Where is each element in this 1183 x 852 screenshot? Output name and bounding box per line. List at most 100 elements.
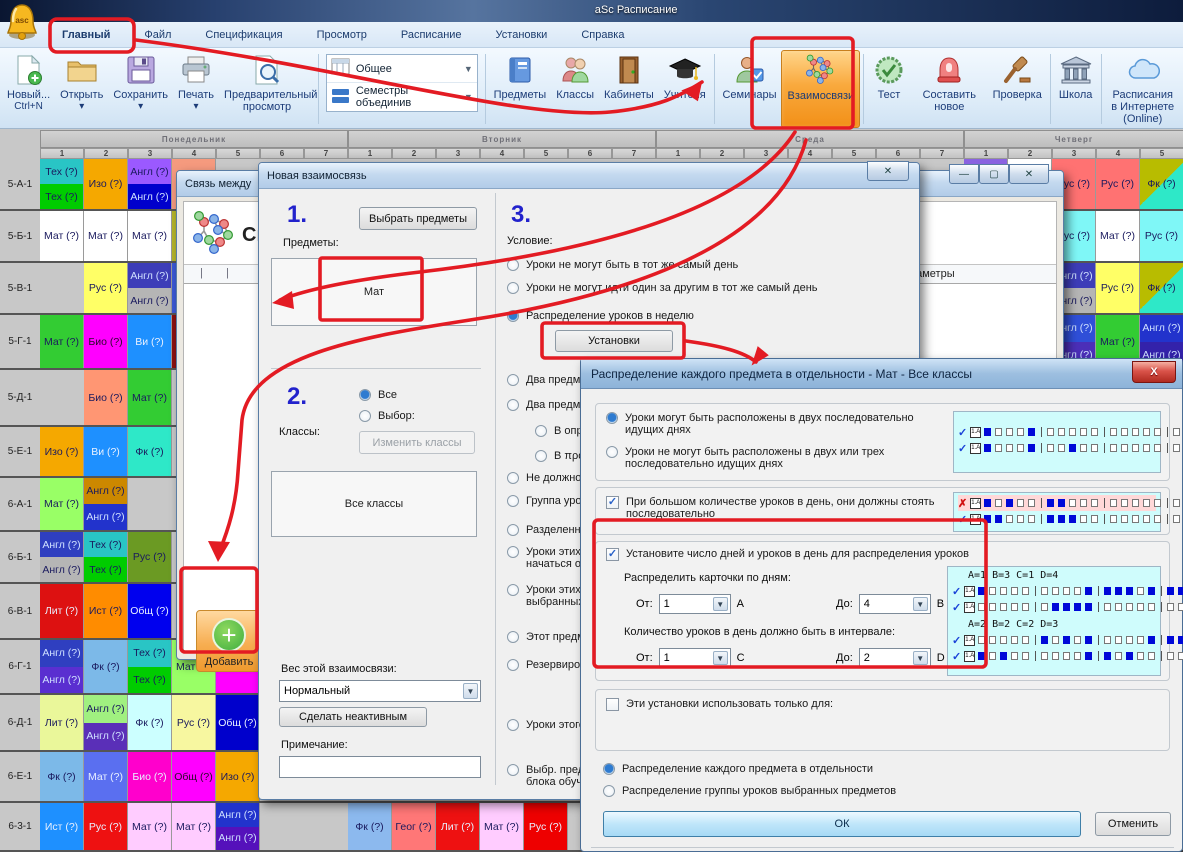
timetable-cell[interactable]: Общ (?)	[172, 752, 216, 801]
toolbar-button-Семинары[interactable]: Семинары	[717, 50, 781, 128]
timetable-cell[interactable]: Рус (?)	[1096, 263, 1140, 313]
timetable-cell[interactable]: Фк (?)	[348, 803, 392, 850]
toolbar-button-Сохранить[interactable]: Сохранить▾	[108, 50, 173, 128]
timetable-cell[interactable]: Фк (?)	[128, 695, 172, 750]
timetable-cell[interactable]: Био (?)	[84, 370, 128, 425]
close-icon[interactable]: ✕	[867, 161, 909, 181]
ok-button[interactable]: ОК	[603, 811, 1081, 837]
toolbar-button-Открыть[interactable]: Открыть▾	[55, 50, 108, 128]
timetable-cell[interactable]: Фк (?)	[84, 640, 128, 693]
toolbar-button-Тест[interactable]: Тест	[867, 50, 911, 128]
menu-item-Установки[interactable]: Установки	[482, 26, 562, 44]
toolbar-button-Школа[interactable]: Школа	[1054, 50, 1098, 128]
subjects-box[interactable]: Мат	[271, 258, 477, 326]
add-link-button[interactable]: + Добавить	[196, 610, 262, 672]
group-lessons-radio[interactable]: Распределение группы уроков выбранных пр…	[603, 785, 896, 797]
menu-item-Справка[interactable]: Справка	[567, 26, 638, 44]
timetable-cell[interactable]: Мат (?)	[128, 211, 172, 261]
lessons-to-combobox[interactable]: 2 ▼	[859, 648, 931, 668]
timetable-cell[interactable]: Мат (?)	[128, 370, 172, 425]
timetable-cell[interactable]: Общ (?)	[128, 584, 172, 638]
not-two-three-radio[interactable]: Уроки не могут быть расположены в двух и…	[606, 446, 936, 470]
timetable-cell[interactable]: Рус (?)	[128, 532, 172, 582]
menu-item-Спецификация[interactable]: Спецификация	[191, 26, 296, 44]
timetable-cell[interactable]: Англ (?)Англ (?)	[40, 532, 84, 582]
timetable-cell[interactable]: Мат (?)	[84, 752, 128, 801]
timetable-cell[interactable]: Рус (?)	[84, 263, 128, 313]
change-classes-button[interactable]: Изменить классы	[359, 431, 475, 454]
timetable-cell[interactable]: Мат (?)	[480, 803, 524, 850]
timetable-cell[interactable]: Рус (?)	[84, 803, 128, 850]
menu-item-Файл[interactable]: Файл	[130, 26, 185, 44]
toolbar-button-Расписания в Интернете (Online)[interactable]: Расписания в Интернете (Online)	[1104, 50, 1181, 128]
timetable-cell[interactable]: Фк (?)	[128, 427, 172, 476]
timetable-cell[interactable]: Тех (?)Тех (?)	[40, 159, 84, 209]
timetable-cell[interactable]: Фк (?)	[1140, 159, 1183, 209]
toolbar-button-Печать[interactable]: Печать▾	[173, 50, 219, 128]
timetable-cell[interactable]: Изо (?)	[216, 752, 260, 801]
days-from-combobox[interactable]: 1 ▼	[659, 594, 731, 614]
classes-all-radio[interactable]: Все	[359, 389, 397, 401]
timetable-cell[interactable]: Рус (?)	[524, 803, 568, 850]
view-common-dropdown[interactable]: Общее▼	[327, 55, 477, 83]
maximize-button[interactable]: ▢	[979, 164, 1009, 184]
toolbar-button-Новый...[interactable]: Новый...Ctrl+N	[2, 50, 55, 128]
timetable-cell[interactable]: Мат (?)	[40, 478, 84, 530]
note-input[interactable]	[279, 756, 481, 778]
timetable-cell[interactable]: Изо (?)	[40, 427, 84, 476]
each-subject-radio[interactable]: Распределение каждого предмета в отдельн…	[603, 763, 873, 775]
condition-option[interactable]: Распределение уроков в неделю	[507, 310, 837, 322]
timetable-cell[interactable]: Мат (?)	[172, 803, 216, 850]
consecutive-checkbox-row[interactable]: ✓ При большом количестве уроков в день, …	[606, 496, 936, 520]
only-for-checkbox-row[interactable]: Эти установки использовать только для:	[606, 698, 1006, 711]
toolbar-button-Проверка[interactable]: Проверка	[988, 50, 1047, 128]
timetable-cell[interactable]: Мат (?)	[84, 211, 128, 261]
timetable-cell[interactable]: Англ (?)Англ (?)	[40, 640, 84, 693]
timetable-cell[interactable]: Англ (?)Англ (?)	[128, 159, 172, 209]
days-to-combobox[interactable]: 4 ▼	[859, 594, 931, 614]
timetable-cell[interactable]: Тех (?)Тех (?)	[84, 532, 128, 582]
settings-button[interactable]: Установки	[555, 330, 673, 352]
weight-combobox[interactable]: Нормальный ▼	[279, 680, 481, 702]
timetable-cell[interactable]: Био (?)	[84, 315, 128, 368]
toolbar-button-Взаимосвязи[interactable]: Взаимосвязи	[781, 50, 860, 128]
minimize-button[interactable]: —	[949, 164, 979, 184]
set-days-checkbox-row[interactable]: ✓ Установите число дней и уроков в день …	[606, 548, 1006, 561]
menu-item-Расписание[interactable]: Расписание	[387, 26, 476, 44]
two-days-radio[interactable]: Уроки могут быть расположены в двух посл…	[606, 412, 936, 436]
timetable-cell[interactable]: Мат (?)	[40, 315, 84, 368]
menu-item-Главный[interactable]: Главный	[48, 26, 124, 44]
timetable-cell[interactable]: Рус (?)	[1140, 211, 1183, 261]
timetable-cell[interactable]: Мат (?)	[40, 211, 84, 261]
timetable-cell[interactable]: Общ (?)	[216, 695, 260, 750]
toolbar-button-Учителя[interactable]: Учителя	[659, 50, 711, 128]
timetable-cell[interactable]: Лит (?)	[40, 695, 84, 750]
classes-box[interactable]: Все классы	[271, 471, 477, 537]
timetable-cell[interactable]: Ист (?)	[84, 584, 128, 638]
close-button[interactable]: ✕	[1009, 164, 1049, 184]
condition-option[interactable]: Уроки не могут идти один за другим в тот…	[507, 282, 837, 294]
close-button[interactable]: X	[1132, 361, 1176, 383]
timetable-cell[interactable]: Мат (?)	[128, 803, 172, 850]
distribution-titlebar[interactable]: Распределение каждого предмета в отдельн…	[581, 359, 1182, 389]
toolbar-button-Составить новое[interactable]: Составить новое	[911, 50, 988, 128]
cancel-button[interactable]: Отменить	[1095, 812, 1171, 836]
toolbar-button-Кабинеты[interactable]: Кабинеты	[599, 50, 659, 128]
timetable-cell[interactable]: Лит (?)	[40, 584, 84, 638]
timetable-cell[interactable]: Ви (?)	[128, 315, 172, 368]
timetable-cell[interactable]: Рус (?)	[1096, 159, 1140, 209]
timetable-cell[interactable]: Англ (?)Англ (?)	[216, 803, 260, 850]
make-inactive-button[interactable]: Сделать неактивным	[279, 707, 427, 727]
timetable-cell[interactable]: Англ (?)Англ (?)	[84, 478, 128, 530]
condition-option[interactable]: Уроки не могут быть в тот же самый день	[507, 259, 837, 271]
timetable-cell[interactable]: Англ (?)Англ (?)	[84, 695, 128, 750]
timetable-cell[interactable]: Ист (?)	[40, 803, 84, 850]
toolbar-button-Предметы[interactable]: Предметы	[489, 50, 552, 128]
select-subjects-button[interactable]: Выбрать предметы	[359, 207, 477, 230]
timetable-cell[interactable]: Тех (?)Тех (?)	[128, 640, 172, 693]
timetable-cell[interactable]: Мат (?)	[1096, 211, 1140, 261]
timetable-cell[interactable]: Геог (?)	[392, 803, 436, 850]
lessons-from-combobox[interactable]: 1 ▼	[659, 648, 731, 668]
timetable-cell[interactable]: Фк (?)	[1140, 263, 1183, 313]
new-link-titlebar[interactable]: Новая взаимосвязь	[259, 163, 919, 189]
